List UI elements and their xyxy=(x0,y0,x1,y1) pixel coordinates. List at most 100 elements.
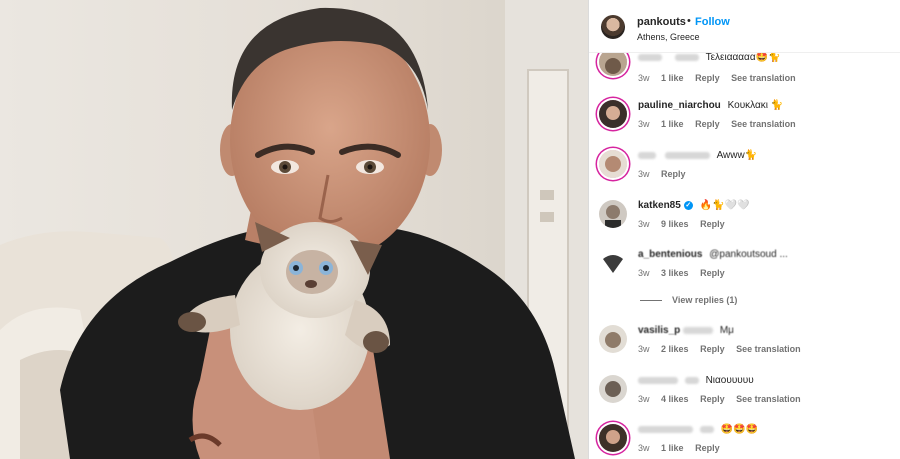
comment-meta: 3w 2 likes Reply See translation xyxy=(638,344,810,354)
reply-button[interactable]: Reply xyxy=(700,219,725,229)
commenter-avatar[interactable] xyxy=(599,200,627,228)
comment-likes[interactable]: 9 likes xyxy=(661,219,689,229)
comment-item: a_bentenious @pankoutsoud ... 3w 3 likes… xyxy=(589,249,900,299)
comment-time[interactable]: 3w xyxy=(638,119,650,129)
blurred-username xyxy=(638,425,693,433)
view-replies-button[interactable]: View replies (1) xyxy=(640,295,737,305)
comment-time[interactable]: 3w xyxy=(638,443,650,453)
comments-panel: pankouts • Follow Athens, Greece Τελειαα… xyxy=(589,0,900,459)
comment-time[interactable]: 3w xyxy=(638,219,650,229)
comment-line: Awww🐈 xyxy=(638,150,757,161)
commenter-avatar[interactable] xyxy=(599,100,627,128)
see-translation-button[interactable]: See translation xyxy=(731,73,796,83)
comment-likes[interactable]: 1 like xyxy=(661,443,684,453)
reply-button[interactable]: Reply xyxy=(661,169,686,179)
comment-time[interactable]: 3w xyxy=(638,394,650,404)
comment-text: Νιαουυυυυ xyxy=(705,375,754,386)
avatar-image xyxy=(599,150,627,178)
comment-item: Awww🐈 3w Reply xyxy=(589,150,900,200)
avatar-image xyxy=(599,249,627,277)
comment-meta: 3w 1 like Reply See translation xyxy=(638,119,805,129)
avatar-image xyxy=(599,100,627,128)
comment-item: Νιαουυυυυ 3w 4 likes Reply See translati… xyxy=(589,375,900,425)
comment-line: a_bentenious @pankoutsoud ... xyxy=(638,249,788,260)
reply-button[interactable]: Reply xyxy=(695,73,720,83)
reply-button[interactable]: Reply xyxy=(700,394,725,404)
post-photo-illustration xyxy=(0,0,588,459)
comment-time[interactable]: 3w xyxy=(638,73,650,83)
author-username[interactable]: pankouts xyxy=(637,16,686,28)
blurred-username xyxy=(684,376,699,384)
commenter-avatar[interactable] xyxy=(599,325,627,353)
comment-meta: 3w 4 likes Reply See translation xyxy=(638,394,810,404)
comment-time[interactable]: 3w xyxy=(638,268,650,278)
author-avatar[interactable] xyxy=(601,15,625,39)
comment-item: Τελειααααα🤩🐈 3w 1 like Reply See transla… xyxy=(589,48,900,104)
reply-button[interactable]: Reply xyxy=(700,268,725,278)
comment-likes[interactable]: 1 like xyxy=(661,119,684,129)
comment-text: Awww🐈 xyxy=(716,150,758,161)
comment-text: Κουκλακι 🐈 xyxy=(727,100,784,111)
see-translation-button[interactable]: See translation xyxy=(736,344,801,354)
reply-button[interactable]: Reply xyxy=(695,119,720,129)
comment-time[interactable]: 3w xyxy=(638,344,650,354)
post-photo[interactable] xyxy=(0,0,588,459)
see-translation-button[interactable]: See translation xyxy=(731,119,796,129)
follow-button[interactable]: Follow xyxy=(695,16,730,28)
comment-likes[interactable]: 4 likes xyxy=(661,394,689,404)
verified-badge-icon: ✓ xyxy=(683,200,693,210)
post-header: pankouts • Follow Athens, Greece xyxy=(589,0,900,53)
comment-text: 🔥🐈🤍🤍 xyxy=(699,200,750,211)
comment-meta: 3w 1 like Reply xyxy=(638,443,729,453)
comment-time[interactable]: 3w xyxy=(638,169,650,179)
comment-likes[interactable]: 3 likes xyxy=(661,268,689,278)
comment-likes[interactable]: 2 likes xyxy=(661,344,689,354)
reply-button[interactable]: Reply xyxy=(695,443,720,453)
header-separator: • xyxy=(687,15,691,27)
blurred-username xyxy=(638,151,656,159)
comment-item: vasilis_p Μμ 3w 2 likes Reply See transl… xyxy=(589,325,900,375)
comment-item: pauline_niarchou Κουκλακι 🐈 3w 1 like Re… xyxy=(589,100,900,150)
avatar-image xyxy=(599,424,627,452)
comment-text: 🤩🤩🤩 xyxy=(720,424,758,435)
commenter-avatar[interactable] xyxy=(599,424,627,452)
comment-likes[interactable]: 1 like xyxy=(661,73,684,83)
view-replies-label: View replies (1) xyxy=(672,295,738,305)
comment-text: @pankoutsoud ... xyxy=(709,249,788,260)
comment-line: 🤩🤩🤩 xyxy=(638,424,758,435)
comment-item: katken85 ✓ 🔥🐈🤍🤍 3w 9 likes Reply xyxy=(589,200,900,250)
commenter-avatar[interactable] xyxy=(599,150,627,178)
blurred-username xyxy=(638,376,678,384)
avatar-image xyxy=(599,325,627,353)
commenter-avatar[interactable] xyxy=(599,249,627,277)
comment-line: pauline_niarchou Κουκλακι 🐈 xyxy=(638,100,783,111)
comment-line: Τελειααααα🤩🐈 xyxy=(638,52,781,63)
comment-text: Τελειααααα🤩🐈 xyxy=(705,52,781,63)
view-replies-line xyxy=(640,300,662,302)
avatar-image xyxy=(599,375,627,403)
blurred-username xyxy=(638,53,662,61)
see-translation-button[interactable]: See translation xyxy=(736,394,801,404)
comment-text: Μμ xyxy=(719,325,734,336)
avatar-image xyxy=(599,200,627,228)
commenter-username[interactable]: pauline_niarchou xyxy=(638,100,721,111)
comments-list[interactable]: Τελειααααα🤩🐈 3w 1 like Reply See transla… xyxy=(589,48,900,459)
blurred-username xyxy=(674,53,699,61)
commenter-username[interactable]: katken85 xyxy=(638,200,681,211)
instagram-post-view: pankouts • Follow Athens, Greece Τελειαα… xyxy=(0,0,900,459)
comment-meta: 3w 3 likes Reply xyxy=(638,268,734,278)
post-location[interactable]: Athens, Greece xyxy=(637,32,700,42)
comment-meta: 3w 9 likes Reply xyxy=(638,219,734,229)
blurred-username xyxy=(664,151,710,159)
blurred-username xyxy=(683,326,714,334)
blurred-username xyxy=(699,425,714,433)
reply-button[interactable]: Reply xyxy=(700,344,725,354)
comment-line: vasilis_p Μμ xyxy=(638,325,734,336)
comment-meta: 3w Reply xyxy=(638,169,695,179)
comment-meta: 3w 1 like Reply See translation xyxy=(638,73,805,83)
comment-line: Νιαουυυυυ xyxy=(638,375,754,386)
commenter-username[interactable]: a_bentenious xyxy=(638,249,702,260)
commenter-username[interactable]: vasilis_p xyxy=(638,325,680,336)
commenter-avatar[interactable] xyxy=(599,375,627,403)
comment-line: katken85 ✓ 🔥🐈🤍🤍 xyxy=(638,200,749,211)
